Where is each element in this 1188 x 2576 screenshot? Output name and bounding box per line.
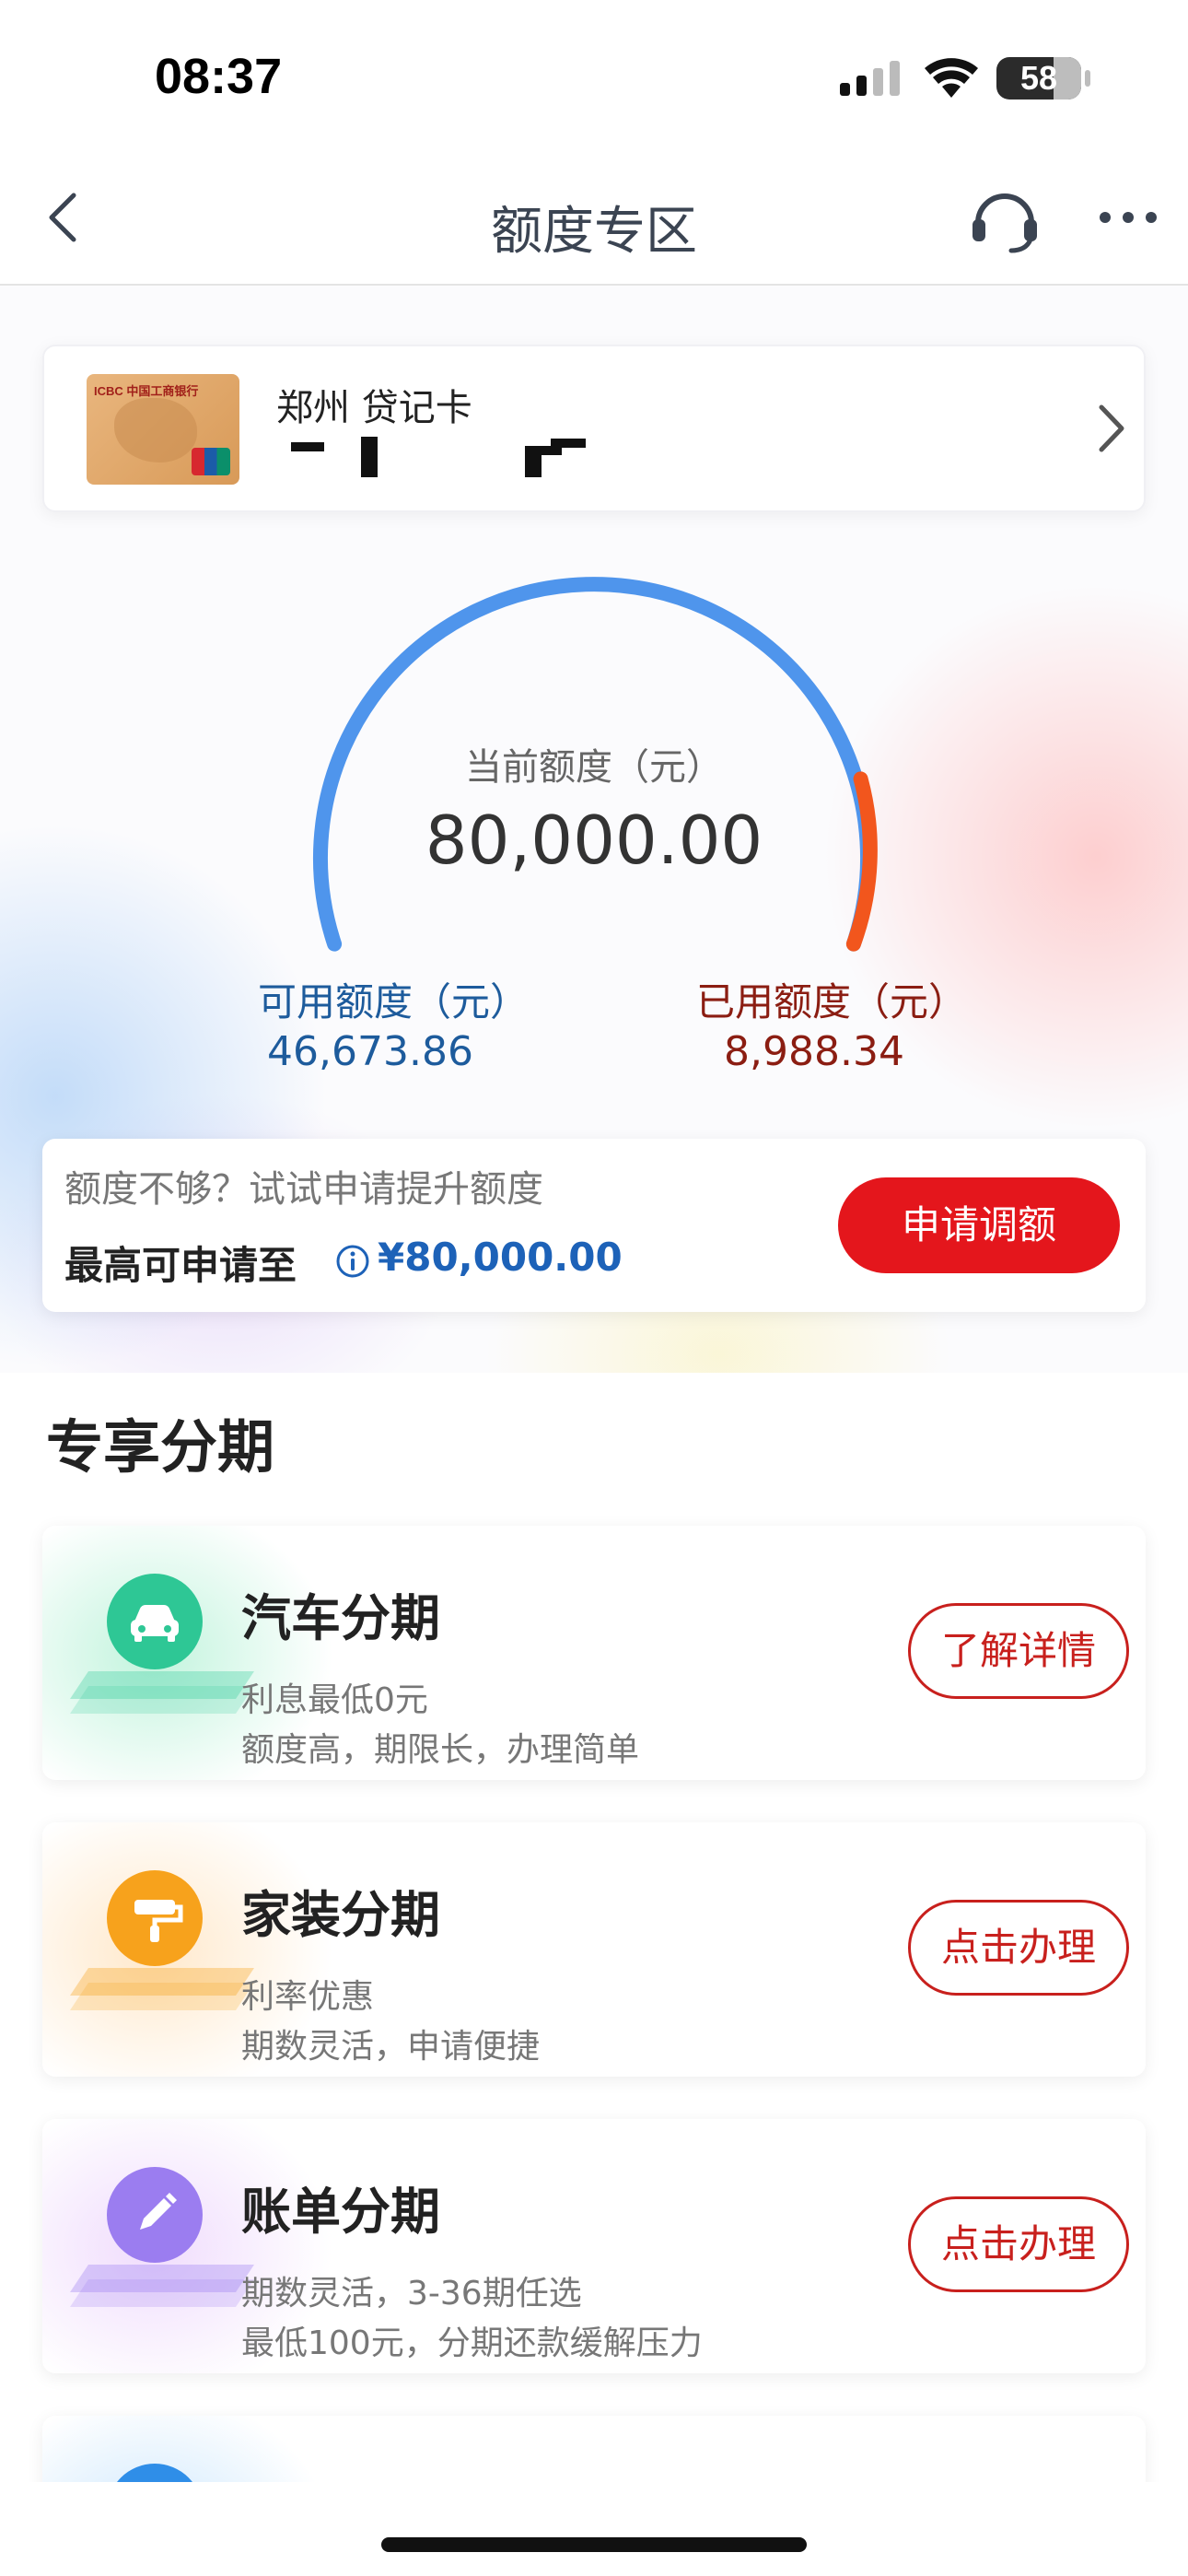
section-title: 专享分期 [46,1413,275,1481]
status-time: 08:37 [155,49,283,104]
promo-title: 账单分期 [241,2183,440,2241]
promo-title: 汽车分期 [241,1589,440,1647]
card-thumbnail: ICBC 中国工商银行 [87,374,239,485]
promo-description: 最低100元，分期还款缓解压力 [241,2324,703,2362]
card-brand-logo: ICBC 中国工商银行 [94,384,199,398]
promo-card-home-decoration-installment[interactable]: 家装分期 利率优惠 期数灵活，申请便捷 点击办理 [42,1822,1146,2077]
chevron-right-icon[interactable] [1085,396,1140,461]
promo-title: 家装分期 [241,1886,440,1944]
promo-description: 期数灵活，申请便捷 [241,2028,541,2066]
card-name: 郑州 贷记卡 [276,387,472,429]
unionpay-logo-icon [192,448,230,475]
more-options-icon[interactable] [1096,184,1160,249]
credit-limit-gauge: 当前额度（元） 80,000.00 [0,553,1188,977]
limit-increase-banner: 额度不够？试试申请提升额度 最高可申请至 ¥80,000.00 申请调额 [42,1139,1146,1312]
battery-icon: 58 [996,57,1081,100]
pencil-icon [107,2167,203,2263]
limit-increase-hint: 额度不够？试试申请提升额度 [64,1168,543,1211]
available-limit-value: 46,673.86 [267,1028,473,1075]
nav-bar: 额度专区 [0,157,1188,286]
apply-limit-adjustment-button[interactable]: 申请调额 [838,1177,1120,1273]
promo-card-bill-installment[interactable]: 账单分期 期数灵活，3-36期任选 最低100元，分期还款缓解压力 点击办理 [42,2119,1146,2373]
home-indicator[interactable] [381,2537,807,2552]
promo-description: 额度高，期限长，办理简单 [241,1731,640,1769]
masked-card-number [291,437,586,477]
available-limit-label: 可用额度（元） [258,979,530,1025]
promo-subtitle: 利率优惠 [241,1978,375,2016]
promo-subtitle: 利息最低0元 [241,1681,428,1719]
card-map-graphic [114,398,197,463]
info-icon[interactable] [335,1244,370,1279]
bottom-safe-area [0,2482,1188,2576]
battery-cap [1085,70,1090,87]
battery-level: 58 [1019,59,1058,97]
customer-service-headset-icon[interactable] [965,179,1044,258]
card-selector[interactable]: ICBC 中国工商银行 郑州 贷记卡 [42,345,1146,512]
cellular-signal-icon [840,61,900,96]
promo-subtitle: 期数灵活，3-36期任选 [241,2275,582,2313]
paint-roller-icon [107,1870,203,1966]
learn-more-button[interactable]: 了解详情 [908,1603,1129,1699]
wifi-icon [925,58,978,98]
current-limit-value: 80,000.00 [425,802,763,879]
max-limit-label: 最高可申请至 [64,1243,297,1288]
current-limit-caption: 当前额度（元） [465,746,723,789]
promo-card-car-installment[interactable]: 汽车分期 利息最低0元 额度高，期限长，办理简单 了解详情 [42,1526,1146,1780]
used-limit-value: 8,988.34 [724,1028,904,1075]
max-limit-value: ¥80,000.00 [378,1235,623,1280]
apply-now-button[interactable]: 点击办理 [908,1900,1129,1996]
used-limit-label: 已用额度（元） [696,979,968,1025]
apply-now-button[interactable]: 点击办理 [908,2196,1129,2292]
status-bar: 08:37 58 [0,0,1188,157]
car-icon [107,1574,203,1669]
